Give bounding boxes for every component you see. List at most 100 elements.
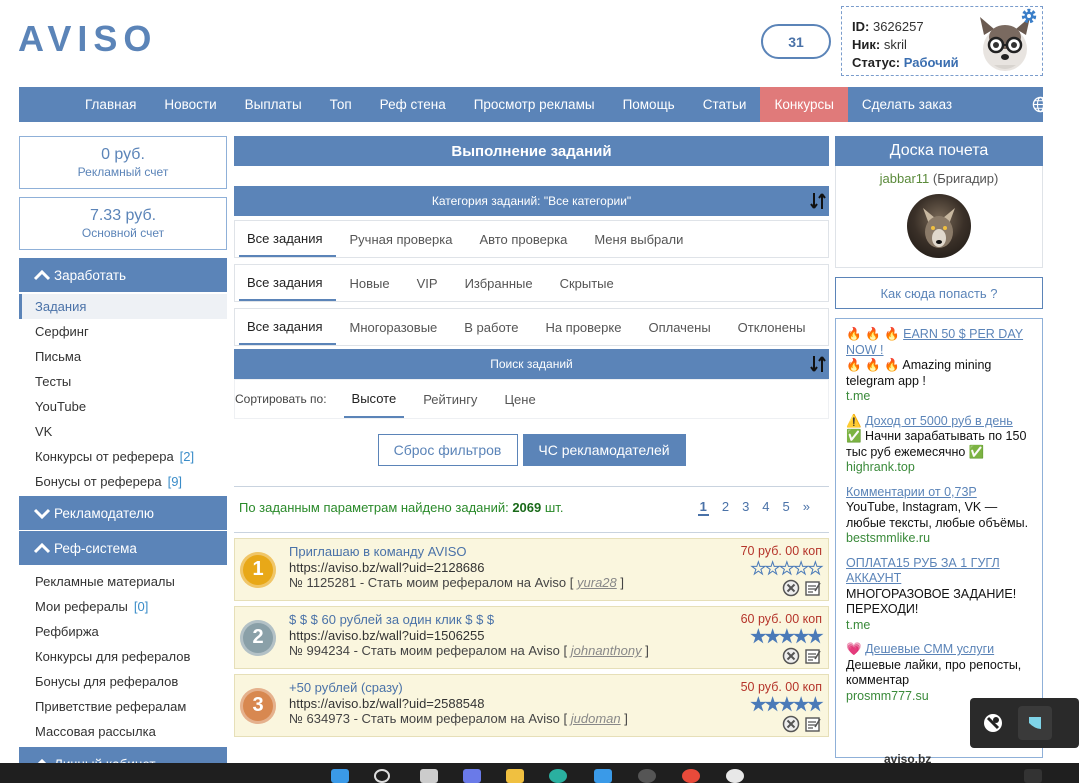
hide-task-icon[interactable] — [782, 715, 800, 733]
sidebar-item-mass-mailing[interactable]: Массовая рассылка — [19, 719, 227, 744]
nav-ref-wall[interactable]: Реф стена — [366, 87, 460, 122]
tab-paid[interactable]: Оплачены — [640, 309, 723, 345]
ad-item[interactable]: ⚠️ Доход от 5000 руб в день ✅ Начни зара… — [846, 414, 1032, 476]
ad-account-box[interactable]: 0 руб. Рекламный счет — [19, 136, 227, 189]
ad-link[interactable]: t.me — [846, 618, 1032, 634]
tab-all-tasks[interactable]: Все задания — [239, 221, 336, 257]
edge-icon[interactable] — [549, 769, 567, 783]
ad-headline[interactable]: Комментарии от 0,73Р — [846, 485, 977, 499]
tab-in-progress[interactable]: В работе — [456, 309, 531, 345]
sort-by-price[interactable]: Цене — [496, 380, 543, 418]
sort-by-rating[interactable]: Рейтингу — [415, 380, 485, 418]
tab-vip[interactable]: VIP — [409, 265, 451, 301]
sidebar-item-my-referrals[interactable]: Мои рефералы [0] — [19, 594, 227, 619]
task-note-icon[interactable] — [804, 715, 822, 733]
nav-view-ads[interactable]: Просмотр рекламы — [460, 87, 609, 122]
ad-link[interactable]: bestsmmlike.ru — [846, 531, 1032, 547]
taskview-icon[interactable] — [420, 769, 438, 783]
nav-payouts[interactable]: Выплаты — [231, 87, 316, 122]
tab-all-tasks[interactable]: Все задания — [239, 309, 336, 345]
task-author[interactable]: judoman — [571, 711, 621, 726]
app-icon[interactable] — [638, 769, 656, 783]
page-5[interactable]: 5 — [783, 499, 790, 516]
page-4[interactable]: 4 — [762, 499, 769, 516]
tab-chosen-me[interactable]: Меня выбрали — [586, 221, 696, 257]
sidebar-item-vk[interactable]: VK — [19, 419, 227, 444]
advertiser-blacklist-button[interactable]: ЧС рекламодателей — [522, 434, 686, 466]
sidebar-item-youtube[interactable]: YouTube — [19, 394, 227, 419]
task-card[interactable]: 3 +50 рублей (сразу) https://aviso.bz/wa… — [234, 674, 829, 737]
ad-headline[interactable]: Доход от 5000 руб в день — [865, 414, 1013, 428]
page-1[interactable]: 1 — [697, 499, 709, 516]
ad-item[interactable]: 💗 Дешевые СММ услуги Дешевые лайки, про … — [846, 642, 1032, 704]
folder-icon[interactable] — [506, 769, 524, 783]
chrome-icon[interactable] — [682, 769, 700, 783]
sidebar-item-referral-greeting[interactable]: Приветствие рефералам — [19, 694, 227, 719]
ad-headline[interactable]: Дешевые СММ услуги — [865, 642, 994, 656]
earn-section-header[interactable]: Заработать — [19, 258, 227, 292]
sidebar-item-referrer-bonuses[interactable]: Бонусы от реферера [9] — [19, 469, 227, 494]
hide-task-icon[interactable] — [782, 579, 800, 597]
task-card[interactable]: 2 $ $ $ 60 рублей за один клик $ $ $ htt… — [234, 606, 829, 669]
page-2[interactable]: 2 — [722, 499, 729, 516]
sort-toggle-icon[interactable] — [809, 191, 827, 211]
sidebar-item-referrer-contests[interactable]: Конкурсы от реферера [2] — [19, 444, 227, 469]
ad-link[interactable]: t.me — [846, 389, 1032, 405]
nav-help[interactable]: Помощь — [609, 87, 689, 122]
advertiser-section-header[interactable]: Рекламодателю — [19, 496, 227, 530]
sidebar-item-referral-contests[interactable]: Конкурсы для рефералов — [19, 644, 227, 669]
start-icon[interactable] — [331, 769, 349, 783]
sort-by-height[interactable]: Высоте — [343, 380, 405, 418]
sidebar-item-tasks[interactable]: Задания — [19, 294, 227, 319]
tab-on-review[interactable]: На проверке — [537, 309, 634, 345]
ad-item[interactable]: 🔥 🔥 🔥 EARN 50 $ PER DAY NOW ! 🔥 🔥 🔥 Amaz… — [846, 327, 1032, 405]
hide-task-icon[interactable] — [782, 647, 800, 665]
how-to-get-here-link[interactable]: Как сюда попасть ? — [835, 277, 1043, 309]
nav-make-order[interactable]: Сделать заказ — [848, 87, 966, 122]
tab-rejected[interactable]: Отклонены — [730, 309, 819, 345]
sidebar-item-letters[interactable]: Письма — [19, 344, 227, 369]
sort-toggle-icon[interactable] — [809, 354, 827, 374]
ad-link[interactable]: highrank.top — [846, 460, 1032, 476]
search-icon[interactable] — [374, 769, 390, 783]
tray-chevron-icon[interactable] — [1024, 769, 1042, 783]
store-icon[interactable] — [594, 769, 612, 783]
task-card[interactable]: 1 Приглашаю в команду AVISO https://avis… — [234, 538, 829, 601]
tab-hidden[interactable]: Скрытые — [552, 265, 627, 301]
search-bar[interactable]: Поиск заданий — [234, 349, 829, 379]
page-3[interactable]: 3 — [742, 499, 749, 516]
language-selector[interactable] — [1018, 87, 1075, 122]
ref-section-header[interactable]: Реф-система — [19, 531, 227, 565]
tab-new[interactable]: Новые — [342, 265, 403, 301]
settings-gear-icon[interactable] — [1020, 7, 1038, 25]
task-note-icon[interactable] — [804, 647, 822, 665]
copilot-icon[interactable] — [463, 769, 481, 783]
yandex-icon[interactable] — [726, 769, 744, 783]
ad-item[interactable]: ОПЛАТА15 РУБ ЗА 1 ГУГЛ АККАУНТ МНОГОРАЗО… — [846, 556, 1032, 634]
nav-news[interactable]: Новости — [150, 87, 230, 122]
task-author[interactable]: yura28 — [577, 575, 617, 590]
nav-home[interactable]: Главная — [71, 87, 150, 122]
sidebar-item-surfing[interactable]: Серфинг — [19, 319, 227, 344]
nav-articles[interactable]: Статьи — [689, 87, 761, 122]
tab-auto-check[interactable]: Авто проверка — [471, 221, 580, 257]
ad-headline[interactable]: ОПЛАТА15 РУБ ЗА 1 ГУГЛ АККАУНТ — [846, 556, 1000, 586]
tab-reusable[interactable]: Многоразовые — [342, 309, 451, 345]
sidebar-item-ad-materials[interactable]: Рекламные материалы — [19, 569, 227, 594]
sidebar-item-tests[interactable]: Тесты — [19, 369, 227, 394]
sidebar-item-ref-exchange[interactable]: Рефбиржа — [19, 619, 227, 644]
network-icon[interactable] — [980, 710, 1006, 736]
task-author[interactable]: johnanthony — [571, 643, 642, 658]
tray-app-button[interactable] — [1018, 706, 1052, 740]
nav-top[interactable]: Топ — [316, 87, 366, 122]
tab-manual-check[interactable]: Ручная проверка — [342, 221, 466, 257]
main-account-box[interactable]: 7.33 руб. Основной счет — [19, 197, 227, 250]
page-next[interactable]: » — [803, 499, 810, 516]
category-bar[interactable]: Категория заданий: "Все категории" — [234, 186, 829, 216]
honor-user-avatar[interactable] — [907, 194, 971, 258]
user-status[interactable]: Рабочий — [904, 55, 959, 70]
notification-counter[interactable]: 31 — [761, 24, 831, 59]
nav-contests[interactable]: Конкурсы — [760, 87, 848, 122]
tab-favorites[interactable]: Избранные — [457, 265, 546, 301]
honor-user-name[interactable]: jabbar11 — [880, 171, 930, 186]
